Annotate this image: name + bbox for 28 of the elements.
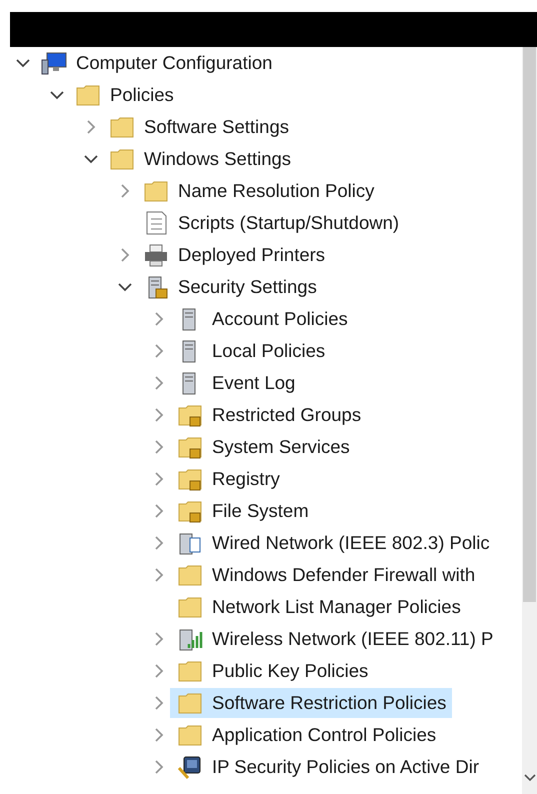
tree-item[interactable]: System Services [170,432,356,462]
tree-item[interactable]: Computer Configuration [34,48,278,78]
tree-item[interactable]: IP Security Policies on Active Dir [170,752,485,782]
tree-item[interactable]: Event Log [170,368,302,398]
tree-item[interactable]: Public Key Policies [170,656,374,686]
tree-item[interactable]: Deployed Printers [136,240,332,270]
tree-item[interactable]: Windows Settings [102,144,298,174]
tree-item[interactable]: File System [170,496,315,526]
tree-item[interactable]: Wireless Network (IEEE 802.11) P [170,624,500,654]
scrollbar-thumb[interactable] [523,47,536,602]
tree-item[interactable]: Scripts (Startup/Shutdown) [136,208,406,238]
tree-item[interactable]: Network List Manager Policies [170,592,467,622]
tree-item[interactable]: Wired Network (IEEE 802.3) Polic [170,528,496,558]
tree-item[interactable]: Restricted Groups [170,400,368,430]
tree-item[interactable]: Application Control Policies [170,720,442,750]
tree-item[interactable]: Security Settings [136,272,323,302]
tree-item[interactable]: Software Settings [102,112,295,142]
tree-item[interactable]: Account Policies [170,304,354,334]
tree-item[interactable]: Windows Defender Firewall with [170,560,482,590]
tree-item[interactable]: Software Restriction Policies [170,688,452,718]
tree-item[interactable]: Name Resolution Policy [136,176,380,206]
computer-icon [40,50,68,76]
scroll-down-icon[interactable] [524,774,536,782]
tree-item[interactable]: Local Policies [170,336,332,366]
scrollbar[interactable] [522,47,537,794]
printer-icon [142,242,170,268]
tree-item[interactable]: Registry [170,464,286,494]
tree-item[interactable]: Policies [68,80,180,110]
